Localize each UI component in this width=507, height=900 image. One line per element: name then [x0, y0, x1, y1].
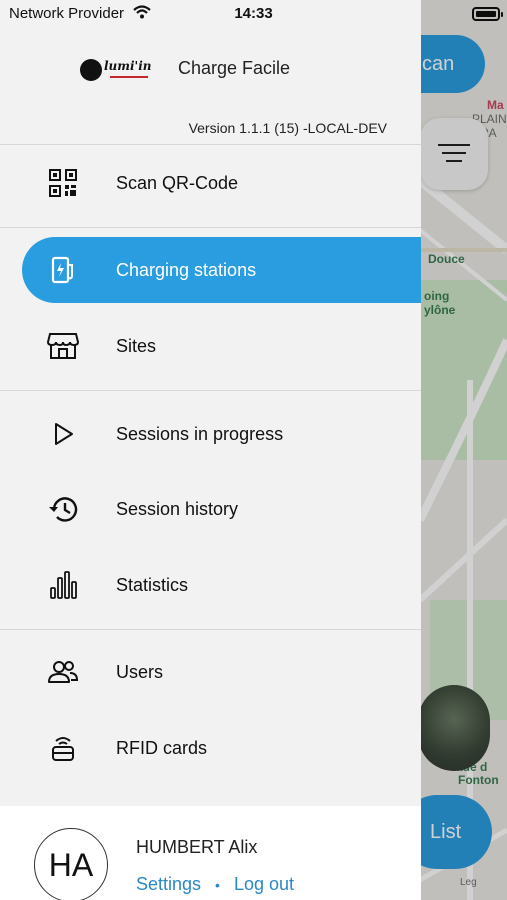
menu-item-label: Scan QR-Code — [116, 173, 239, 193]
footer-links: Settings • Log out — [136, 874, 294, 895]
menu-item-rfid-cards[interactable]: RFID cards — [0, 715, 421, 781]
menu-item-statistics[interactable]: Statistics — [0, 552, 421, 618]
play-icon — [46, 417, 80, 451]
menu-item-scan-qr-code[interactable]: Scan QR-Code — [0, 150, 421, 216]
menu-item-sessions-in-progress[interactable]: Sessions in progress — [0, 401, 421, 467]
divider — [0, 144, 421, 145]
rfid-card-icon — [46, 731, 80, 765]
bar-chart-icon — [46, 568, 80, 602]
status-time: 14:33 — [234, 5, 273, 22]
app-name: Charge Facile — [178, 58, 291, 78]
divider — [0, 629, 421, 630]
menu-item-label: Sessions in progress — [116, 424, 284, 444]
menu-item-charging-stations[interactable]: Charging stations — [22, 237, 421, 303]
storefront-icon — [46, 329, 80, 363]
menu-item-label: Sites — [116, 336, 157, 356]
menu-item-label: RFID cards — [116, 738, 208, 758]
brand: lumi'in — [80, 54, 152, 84]
logout-link[interactable]: Log out — [234, 874, 294, 895]
user-footer: HA HUMBERT Alix Settings • Log out — [0, 806, 421, 900]
divider — [0, 227, 421, 228]
menu-item-label: Charging stations — [116, 260, 257, 280]
avatar[interactable]: HA — [34, 828, 108, 900]
users-icon — [46, 655, 80, 689]
menu-item-label: Users — [116, 662, 164, 682]
menu-item-label: Session history — [116, 499, 239, 519]
ev-charger-icon — [46, 253, 80, 287]
navigation-drawer: Network Provider lumi'in Charge Facile V… — [0, 0, 421, 900]
lumiin-logo: lumi'in — [80, 56, 152, 82]
settings-link[interactable]: Settings — [136, 874, 201, 895]
qr-code-icon — [46, 166, 80, 200]
history-icon — [46, 492, 80, 526]
version-label: Version 1.1.1 (15) -LOCAL-DEV — [188, 120, 387, 136]
menu-item-users[interactable]: Users — [0, 639, 421, 705]
menu-item-label: Statistics — [116, 575, 189, 595]
separator: • — [215, 876, 220, 893]
menu-item-session-history[interactable]: Session history — [0, 476, 421, 542]
divider — [0, 390, 421, 391]
user-name: HUMBERT Alix — [136, 837, 258, 857]
menu-item-sites[interactable]: Sites — [0, 313, 421, 379]
